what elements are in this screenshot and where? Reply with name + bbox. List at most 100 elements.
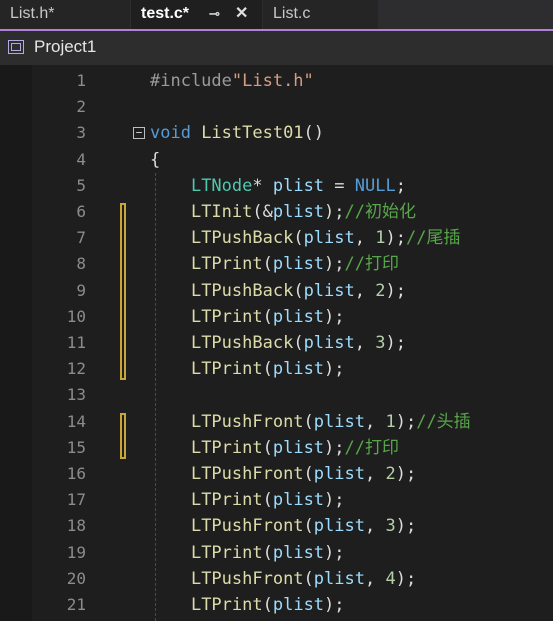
- code-line[interactable]: 2: [0, 94, 553, 120]
- code-text: LTNode* plist = NULL;: [150, 173, 406, 199]
- code-token: plist: [272, 595, 325, 615]
- code-line[interactable]: 9 LTPushBack(plist, 2);: [0, 278, 553, 304]
- code-line[interactable]: 18 LTPushFront(plist, 3);: [0, 513, 553, 539]
- code-token: //打印: [344, 437, 400, 458]
- line-number: 11: [66, 333, 86, 352]
- code-line[interactable]: 17 LTPrint(plist);: [0, 487, 553, 513]
- code-token: plist: [313, 516, 365, 537]
- code-line[interactable]: 11 LTPushBack(plist, 3);: [0, 330, 553, 356]
- code-token: plist: [303, 280, 355, 301]
- code-token: (: [262, 254, 273, 275]
- code-line[interactable]: 10 LTPrint(plist);: [0, 304, 553, 330]
- code-token: ,: [354, 228, 376, 249]
- code-token: LTPushFront: [190, 411, 304, 432]
- code-line[interactable]: 13: [0, 382, 553, 408]
- tab-list-h[interactable]: List.h*: [0, 0, 130, 29]
- code-line[interactable]: 5 LTNode* plist = NULL;: [0, 173, 553, 199]
- tab-test-c[interactable]: test.c* ⊸ ✕: [131, 0, 262, 29]
- code-line[interactable]: 15 LTPrint(plist);//打印: [0, 435, 553, 461]
- code-token: plist: [272, 306, 325, 327]
- code-token: (): [303, 123, 325, 144]
- code-token: );: [324, 542, 345, 563]
- code-line[interactable]: 7 LTPushBack(plist, 1);//尾插: [0, 225, 553, 251]
- code-token: LTPushBack: [190, 228, 294, 249]
- code-line[interactable]: 19 LTPrint(plist);: [0, 540, 553, 566]
- code-token: LTPushBack: [190, 333, 294, 353]
- code-text: LTPrint(plist);: [150, 592, 345, 618]
- code-token: LTInit: [190, 202, 253, 222]
- code-token: );: [395, 464, 417, 484]
- code-text: LTPushBack(plist, 1);//尾插: [150, 225, 461, 251]
- code-token: *: [252, 175, 273, 196]
- line-number: 1: [76, 71, 86, 90]
- line-number: 17: [66, 490, 86, 510]
- code-token: (: [303, 568, 314, 589]
- code-token: LTPushFront: [190, 464, 304, 484]
- code-line[interactable]: 20 LTPushFront(plist, 4);: [0, 566, 553, 592]
- code-text: LTInit(&plist);//初始化: [150, 199, 416, 225]
- code-token: //头插: [416, 411, 471, 432]
- code-line[interactable]: 12 LTPrint(plist);: [0, 356, 553, 382]
- code-token: );: [324, 254, 345, 275]
- code-token: //尾插: [405, 228, 461, 249]
- pin-icon[interactable]: ⊸: [209, 0, 220, 28]
- code-line[interactable]: 1 #include"List.h": [0, 68, 553, 94]
- code-line[interactable]: 14 LTPushFront(plist, 1);//头插: [0, 409, 553, 435]
- code-token: (: [303, 516, 314, 537]
- code-token: 1: [385, 411, 396, 432]
- code-line[interactable]: 4{: [0, 147, 553, 173]
- line-number: 14: [66, 411, 86, 431]
- code-editor[interactable]: 1 #include"List.h" 2 3 void ListTest01() 4{5 …: [0, 65, 553, 621]
- code-token: plist: [303, 228, 355, 249]
- code-token: );: [324, 359, 345, 380]
- line-number: 19: [66, 542, 86, 562]
- collapse-icon[interactable]: −: [133, 127, 145, 140]
- line-number: 16: [66, 464, 86, 483]
- code-line[interactable]: 6 LTInit(&plist);//初始化: [0, 199, 553, 225]
- code-line[interactable]: 16 LTPushFront(plist, 2);: [0, 461, 553, 487]
- code-token: LTPrint: [190, 490, 263, 511]
- code-token: );: [395, 516, 417, 537]
- code-token: (: [262, 490, 273, 511]
- code-token: 3: [375, 333, 386, 353]
- code-token: (: [262, 595, 273, 615]
- code-token: plist: [303, 333, 355, 353]
- code-text: LTPushBack(plist, 3);: [150, 330, 406, 356]
- code-line[interactable]: 8 LTPrint(plist);//打印: [0, 251, 553, 277]
- code-line[interactable]: 3 void ListTest01(): [0, 120, 553, 146]
- tab-list-c[interactable]: List.c: [263, 0, 378, 29]
- close-icon[interactable]: ✕: [235, 0, 248, 28]
- code-text: LTPrint(plist);//打印: [150, 435, 399, 461]
- code-token: );: [324, 306, 345, 327]
- code-text: LTPushFront(plist, 1);//头插: [150, 409, 471, 435]
- code-token: (: [262, 306, 273, 327]
- code-token: NULL: [354, 175, 396, 196]
- code-token: (: [262, 542, 273, 563]
- code-token: plist: [313, 464, 365, 484]
- code-line[interactable]: 21 LTPrint(plist);: [0, 592, 553, 618]
- code-text: {: [150, 147, 160, 173]
- code-token: );: [385, 333, 406, 353]
- code-token: ,: [364, 568, 386, 589]
- code-token: 2: [385, 464, 396, 484]
- code-token: 4: [385, 568, 396, 589]
- code-token: LTPushBack: [190, 280, 294, 301]
- code-token: ListTest01: [201, 123, 304, 144]
- code-token: );: [324, 437, 345, 458]
- code-text: LTPushBack(plist, 2);: [150, 278, 406, 304]
- code-token: LTPrint: [190, 306, 263, 327]
- code-token: );: [385, 280, 406, 301]
- code-token: ,: [364, 464, 386, 484]
- code-token: plist: [272, 437, 325, 458]
- code-token: LTPrint: [190, 437, 263, 458]
- project-name[interactable]: Project1: [34, 37, 96, 57]
- code-token: plist: [313, 411, 365, 432]
- change-marker: [120, 412, 126, 459]
